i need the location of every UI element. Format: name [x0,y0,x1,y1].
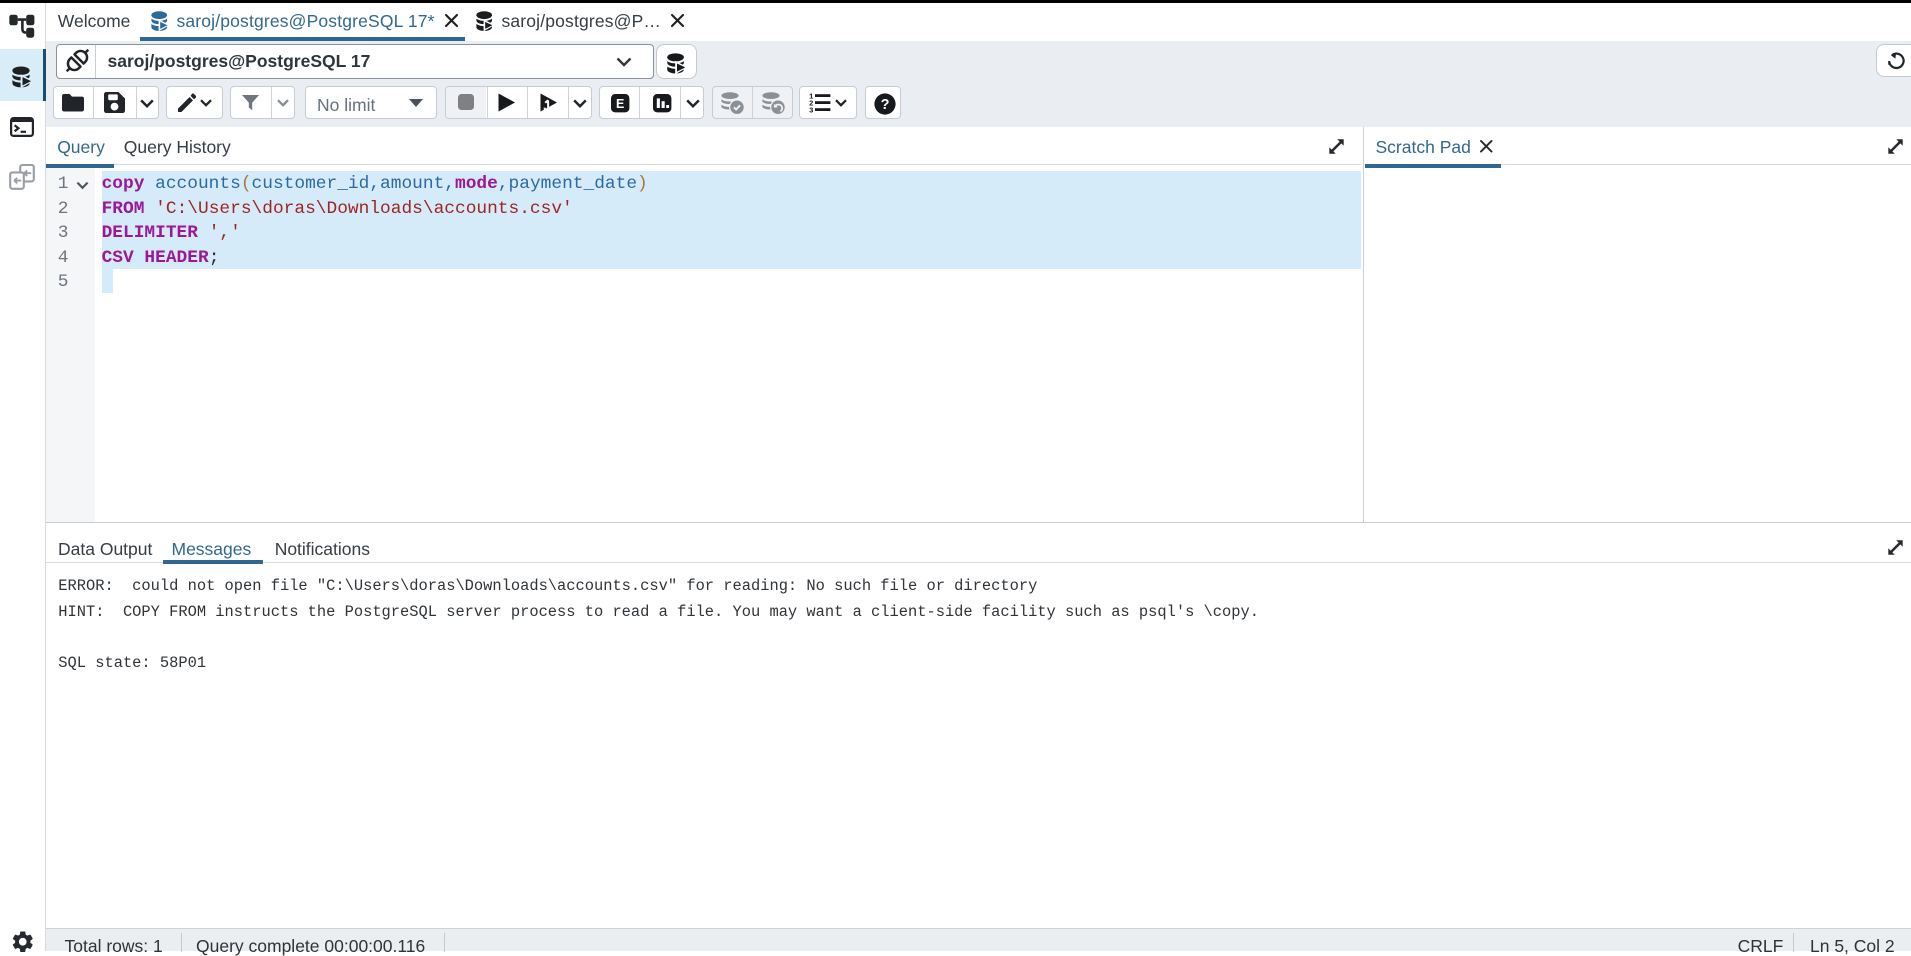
svg-text:?: ? [881,97,890,113]
svg-text:E: E [616,97,624,111]
svg-text:3: 3 [809,107,814,115]
